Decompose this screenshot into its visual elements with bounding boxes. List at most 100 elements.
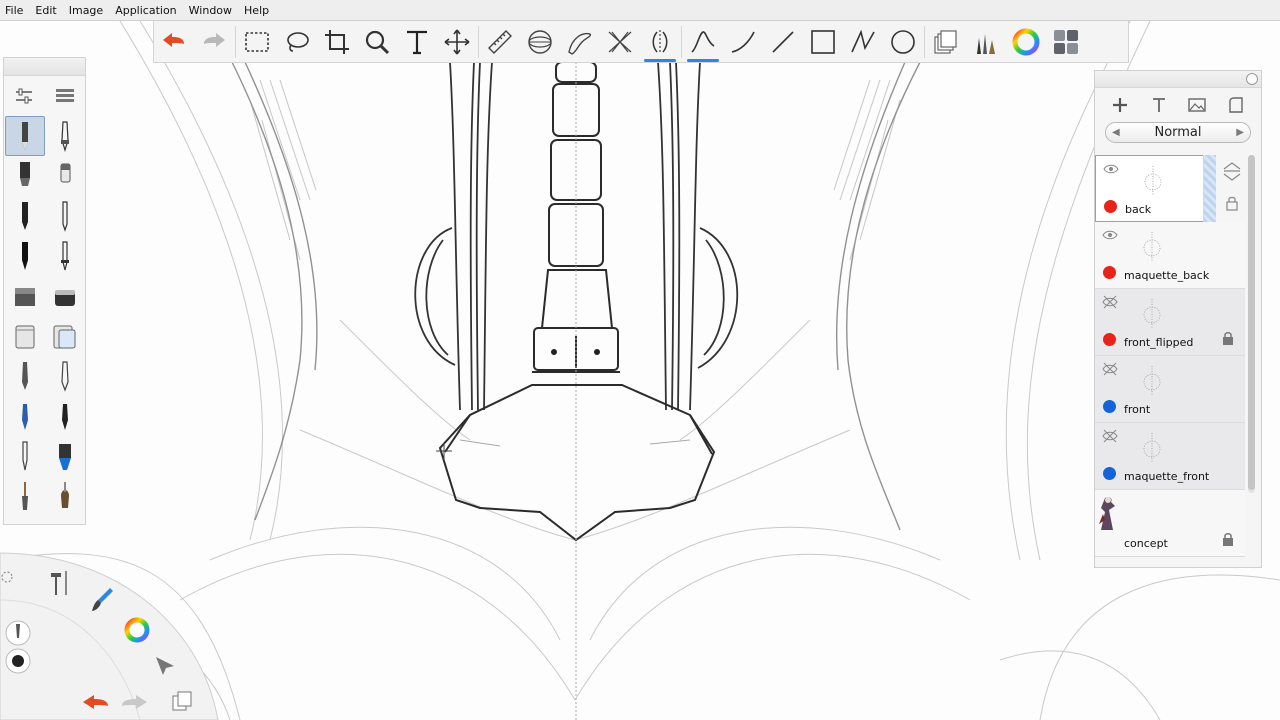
text-button[interactable] [397, 22, 437, 62]
text-layer-icon[interactable] [1149, 95, 1169, 115]
tools-icon[interactable] [47, 567, 73, 597]
visibility-off-icon[interactable] [1102, 362, 1118, 376]
brush-size-puck-icon[interactable] [5, 620, 31, 646]
lagoon-undo-icon[interactable] [80, 692, 112, 714]
zoom-button[interactable] [357, 22, 397, 62]
brush-paint-brush[interactable] [5, 436, 45, 476]
layer-row[interactable]: front_flipped [1095, 289, 1245, 356]
layer-group-icon[interactable] [1226, 95, 1246, 115]
layer-editor-button[interactable] [926, 22, 966, 62]
lagoon-handle-icon[interactable] [0, 570, 14, 584]
blend-prev-icon[interactable]: ◀ [1112, 127, 1120, 138]
layer-color-tag[interactable] [1103, 266, 1116, 279]
steady-stroke-button[interactable] [683, 22, 723, 62]
brush-pencil[interactable] [4, 116, 45, 156]
brush-marker[interactable] [5, 156, 45, 196]
menu-help[interactable]: Help [238, 0, 275, 21]
layer-panel-titlebar[interactable] [1095, 71, 1261, 88]
brush-properties-icon[interactable] [14, 86, 34, 106]
polyline-button[interactable] [843, 22, 883, 62]
crop-button[interactable] [317, 22, 357, 62]
layer-color-tag[interactable] [1104, 200, 1117, 213]
ellipse-guide-button[interactable] [520, 22, 560, 62]
brush-icon[interactable] [90, 585, 116, 615]
brush-list-icon[interactable] [55, 86, 75, 106]
blend-icon [60, 361, 69, 392]
rectangle-select-button[interactable] [237, 22, 277, 62]
symmetry-button[interactable] [640, 22, 680, 62]
brush-airbrush[interactable] [5, 276, 45, 316]
brush-library-button[interactable] [966, 22, 1006, 62]
layer-row[interactable]: maquette_front [1095, 423, 1245, 490]
menu-image[interactable]: Image [63, 0, 109, 21]
menu-file[interactable]: File [0, 0, 29, 21]
layer-row[interactable]: maquette_back [1095, 222, 1245, 289]
layer-row[interactable]: concept [1095, 490, 1245, 557]
ruler-button[interactable] [480, 22, 520, 62]
brush-bristle-brush[interactable] [45, 476, 85, 516]
transform-button[interactable] [437, 22, 477, 62]
close-icon[interactable] [1246, 73, 1258, 85]
layer-color-tag[interactable] [1103, 467, 1116, 480]
layer-color-tag[interactable] [1103, 333, 1116, 346]
image-layer-icon[interactable] [1187, 95, 1207, 115]
select-arrow-icon[interactable] [153, 654, 177, 678]
lagoon-layers-icon[interactable] [170, 688, 196, 714]
brush-dry-brush[interactable] [5, 476, 45, 516]
redo-button[interactable] [194, 22, 234, 62]
layer-reorder-icon[interactable] [1222, 161, 1242, 181]
curve-icon [731, 31, 755, 53]
lagoon-redo-icon[interactable] [118, 692, 150, 714]
brush-chisel-marker[interactable] [45, 156, 85, 196]
steady-stroke-icon [691, 30, 715, 53]
blend-next-icon[interactable]: ▶ [1236, 127, 1244, 138]
layer-color-tag[interactable] [1103, 400, 1116, 413]
text-icon [407, 30, 427, 54]
brush-blend[interactable] [45, 356, 85, 396]
brush-calligraphy[interactable] [45, 396, 85, 436]
perspective-button[interactable] [600, 22, 640, 62]
brush-ink-pen[interactable] [5, 236, 45, 276]
layer-row[interactable]: front [1095, 356, 1245, 423]
layer-name: maquette_back [1124, 269, 1210, 282]
brush-brush-pen[interactable] [5, 396, 45, 436]
symmetry-icon [652, 29, 668, 54]
undo-button[interactable] [154, 22, 194, 62]
menu-window[interactable]: Window [183, 0, 238, 21]
color-wheel-button[interactable] [1006, 22, 1046, 62]
brush-paint-bucket[interactable] [5, 316, 45, 356]
ellipse-button[interactable] [883, 22, 923, 62]
copic-library-button[interactable] [1046, 22, 1086, 62]
brush-ballpoint-pen[interactable] [45, 116, 85, 156]
visibility-off-icon[interactable] [1102, 429, 1118, 443]
layer-editor-panel: ◀ Normal ▶ back maquette_back front_flippe… [1094, 70, 1262, 568]
brush-fineliner[interactable] [5, 196, 45, 236]
add-layer-icon[interactable] [1110, 95, 1130, 115]
brush-fill-bucket[interactable] [45, 316, 85, 356]
rectangle-button[interactable] [803, 22, 843, 62]
brush-technical-pen[interactable] [45, 236, 85, 276]
lock-icon[interactable] [1222, 532, 1234, 546]
layer-scrollbar-thumb[interactable] [1248, 155, 1255, 490]
fill-bucket-icon [53, 325, 75, 349]
visibility-off-icon[interactable] [1102, 295, 1118, 309]
brush-ink-brush[interactable] [45, 436, 85, 476]
blend-mode-selector[interactable]: ◀ Normal ▶ [1105, 122, 1251, 143]
lasso-select-button[interactable] [277, 22, 317, 62]
brush-smudge[interactable] [5, 356, 45, 396]
menu-edit[interactable]: Edit [29, 0, 62, 21]
brush-palette-titlebar[interactable] [4, 58, 85, 76]
curve-button[interactable] [723, 22, 763, 62]
visibility-icon[interactable] [1103, 162, 1119, 176]
line-button[interactable] [763, 22, 803, 62]
layer-lock-toggle-icon[interactable] [1225, 195, 1239, 211]
lock-icon[interactable] [1222, 331, 1234, 345]
visibility-icon[interactable] [1102, 228, 1118, 242]
color-puck-icon[interactable] [123, 616, 151, 644]
french-curve-button[interactable] [560, 22, 600, 62]
brush-soft-eraser[interactable] [45, 276, 85, 316]
layer-scrollbar[interactable] [1248, 155, 1255, 493]
menu-application[interactable]: Application [109, 0, 182, 21]
brush-felt-pen[interactable] [45, 196, 85, 236]
brush-opacity-puck-icon[interactable] [5, 648, 31, 674]
